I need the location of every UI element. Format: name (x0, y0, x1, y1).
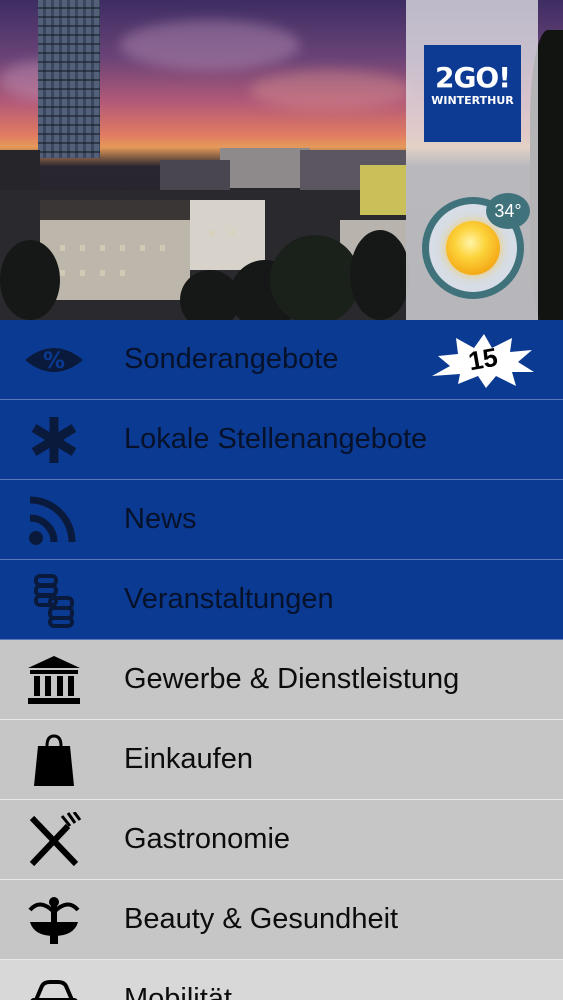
building-icon (22, 654, 86, 706)
menu-item-gewerbe[interactable]: Gewerbe & Dienstleistung (0, 640, 563, 720)
percent-tag-icon: % (22, 334, 86, 386)
menu-item-label: Gastronomie (124, 823, 291, 855)
fork-knife-icon (22, 812, 86, 867)
menu-item-label: Gewerbe & Dienstleistung (124, 663, 460, 695)
menu-item-label: Mobilität (124, 983, 232, 1000)
svg-text:%: % (43, 349, 65, 374)
rss-icon (22, 494, 86, 546)
menu-item-beauty[interactable]: Beauty & Gesundheit (0, 880, 563, 960)
menu-item-gastronomie[interactable]: Gastronomie (0, 800, 563, 880)
menu-item-label: Sonderangebote (124, 343, 339, 375)
sun-icon (446, 221, 500, 275)
temperature-label: 34° (486, 193, 530, 229)
menu-item-einkaufen[interactable]: Einkaufen (0, 720, 563, 800)
events-icon (22, 574, 86, 628)
menu-item-label: Veranstaltungen (124, 583, 334, 615)
asterisk-icon (22, 414, 86, 466)
menu-item-label: Beauty & Gesundheit (124, 903, 399, 935)
menu-item-news[interactable]: News (0, 480, 563, 560)
menu-item-veranstaltungen[interactable]: Veranstaltungen (0, 560, 563, 640)
menu-item-label: Einkaufen (124, 743, 253, 775)
main-menu: % Sonderangebote Lokale Stellenangebote (0, 320, 563, 1000)
menu-item-label: News (124, 503, 197, 535)
menu-item-stellenangebote[interactable]: Lokale Stellenangebote (0, 400, 563, 480)
app-logo[interactable]: 2GO! WINTERTHUR (424, 45, 521, 142)
shopping-bag-icon (22, 734, 86, 786)
hero-photo: 2GO! WINTERTHUR 34° (0, 0, 563, 320)
car-icon (22, 974, 86, 1000)
logo-subtitle: WINTERTHUR (431, 94, 514, 107)
menu-item-mobilitaet[interactable]: Mobilität (0, 960, 563, 1000)
tower-building (38, 0, 100, 158)
menu-item-label: Lokale Stellenangebote (124, 423, 428, 455)
offers-count-badge: 15 (428, 330, 536, 390)
fountain-icon (22, 894, 86, 946)
logo-title: 2GO! (434, 61, 511, 94)
